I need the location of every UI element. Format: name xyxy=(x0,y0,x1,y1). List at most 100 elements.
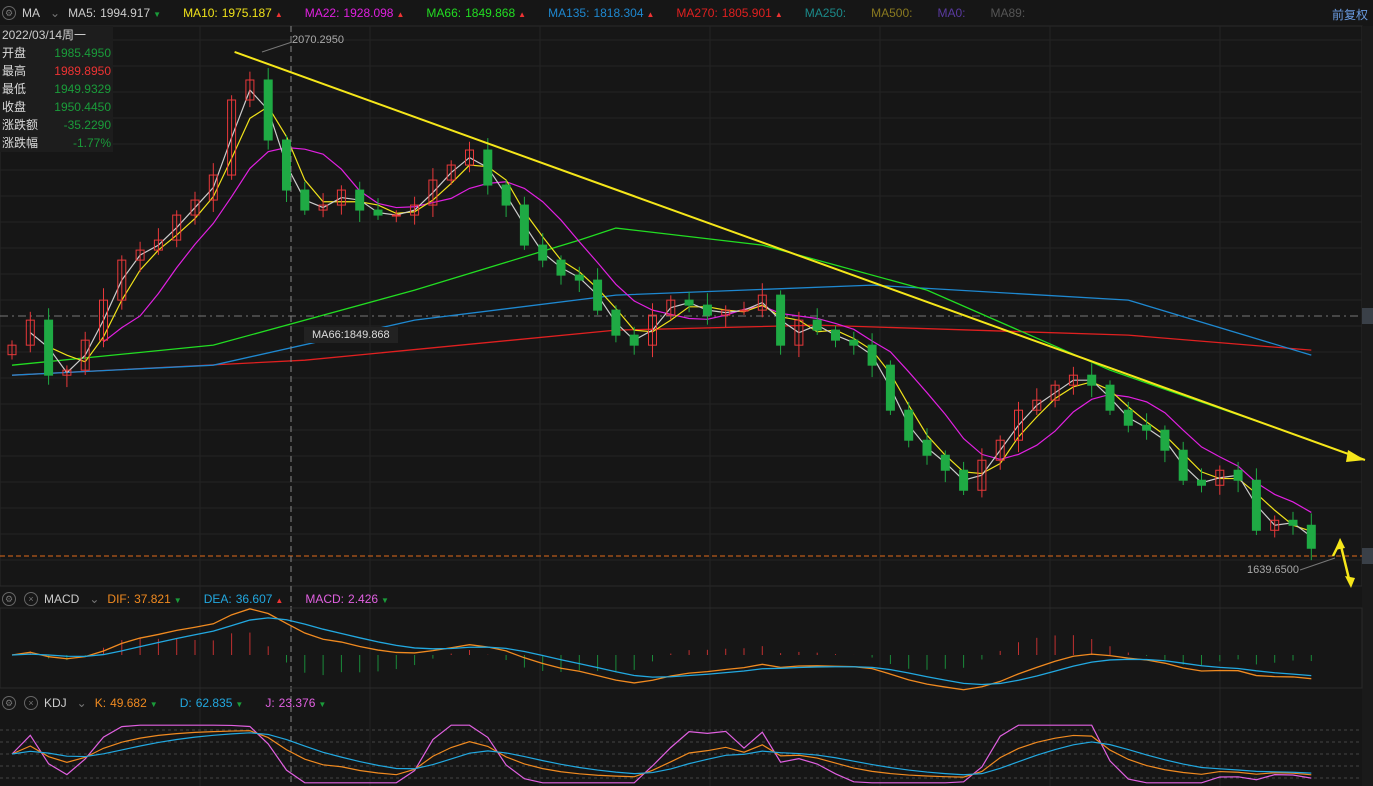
chevron-down-icon[interactable]: ⌄ xyxy=(89,592,99,606)
candle-body xyxy=(813,320,821,330)
close-icon[interactable]: × xyxy=(24,696,38,710)
info-value: -35.2290 xyxy=(64,116,111,134)
ma135-line xyxy=(12,285,1311,375)
candle-body xyxy=(1088,375,1096,385)
high-price-label: 2070.2950 xyxy=(292,34,344,46)
trendline xyxy=(235,52,1365,460)
last-price-marker xyxy=(1362,548,1373,564)
info-value: -1.77% xyxy=(73,134,111,152)
close-icon[interactable]: × xyxy=(24,592,38,606)
legend-value: 49.682 xyxy=(110,696,147,710)
price-marker xyxy=(1362,308,1373,324)
candle-body xyxy=(703,305,711,315)
ma22-line xyxy=(104,148,1312,513)
legend-value: 2.426 xyxy=(348,592,378,606)
down-arrow-icon: ▼ xyxy=(235,700,243,709)
candle-body xyxy=(1289,520,1297,525)
candle-body xyxy=(502,185,510,205)
candle-body xyxy=(484,150,492,185)
candle-body xyxy=(1307,525,1315,548)
stock-chart[interactable] xyxy=(0,0,1373,786)
legend-value: 37.821 xyxy=(134,592,171,606)
low-price-label: 1639.6500 xyxy=(1247,564,1299,576)
high-leader xyxy=(262,42,292,52)
indicator-name[interactable]: MACD xyxy=(44,592,79,606)
down-arrow-icon: ▼ xyxy=(381,596,389,605)
ma270-line xyxy=(12,325,1311,375)
candle-body xyxy=(283,140,291,190)
candle-body xyxy=(45,320,53,375)
candle-body xyxy=(1234,470,1242,480)
info-row: 开盘 1985.4950 xyxy=(0,44,113,62)
info-value: 1949.9329 xyxy=(54,80,111,98)
candle-body xyxy=(1161,430,1169,450)
info-row: 涨跌幅 -1.77% xyxy=(0,134,113,152)
candle-body xyxy=(575,275,583,280)
indicator-name[interactable]: KDJ xyxy=(44,696,67,710)
gear-icon[interactable]: ⚙ xyxy=(2,592,16,606)
legend-label: K: xyxy=(95,696,106,710)
chevron-down-icon[interactable]: ⌄ xyxy=(77,696,87,710)
info-value: 1985.4950 xyxy=(54,44,111,62)
candle-body xyxy=(850,340,858,345)
info-value: 1989.8950 xyxy=(54,62,111,80)
gear-icon[interactable]: ⚙ xyxy=(2,696,16,710)
candle-body xyxy=(923,440,931,455)
candle-body xyxy=(539,245,547,260)
candle-body xyxy=(1106,385,1114,410)
candle-body xyxy=(685,300,693,305)
macd-header: ⚙ × MACD ⌄ DIF:37.821▼DEA:36.607▲MACD:2.… xyxy=(0,586,411,612)
candle-body xyxy=(868,345,876,365)
info-value: 1950.4450 xyxy=(54,98,111,116)
candle-body xyxy=(740,310,748,311)
candle-body xyxy=(1252,480,1260,530)
info-label: 最低 xyxy=(2,80,26,98)
legend-label: DIF: xyxy=(107,592,130,606)
main-panel xyxy=(0,26,1362,586)
info-label: 收盘 xyxy=(2,98,26,116)
candle-body xyxy=(905,410,913,440)
candle-body xyxy=(264,80,272,140)
down-arrow-icon: ▼ xyxy=(174,596,182,605)
dif-line xyxy=(12,609,1311,690)
info-label: 开盘 xyxy=(2,44,26,62)
candle-body xyxy=(520,205,528,245)
info-row: 涨跌额-35.2290 xyxy=(0,116,113,134)
up-arrow-icon: ▲ xyxy=(275,596,283,605)
legend-label: J: xyxy=(265,696,274,710)
candle-body xyxy=(941,455,949,470)
candle-body xyxy=(1143,425,1151,430)
candle-body xyxy=(832,330,840,340)
candle-body xyxy=(594,280,602,310)
candle-body xyxy=(356,190,364,210)
candle-body xyxy=(557,260,565,275)
candle-body xyxy=(630,335,638,345)
info-label: 涨跌幅 xyxy=(2,134,38,152)
info-row: 收盘 1950.4450 xyxy=(0,98,113,116)
info-row: 最高1989.8950 xyxy=(0,62,113,80)
down-arrow-icon: ▼ xyxy=(150,700,158,709)
legend-value: 23.376 xyxy=(279,696,316,710)
candle-body xyxy=(1124,410,1132,425)
legend-value: 36.607 xyxy=(236,592,273,606)
kdj-header: ⚙ × KDJ ⌄ K:49.682▼D:62.835▼J:23.376▼ xyxy=(0,690,348,716)
legend-label: DEA: xyxy=(204,592,232,606)
candle-body xyxy=(392,215,400,216)
candle-body xyxy=(612,310,620,335)
candle-body xyxy=(886,365,894,410)
dea-line xyxy=(12,618,1311,685)
price-axis xyxy=(1362,26,1373,786)
ma66-tooltip: MA66:1849.868 xyxy=(304,327,398,343)
candle-body xyxy=(1179,450,1187,480)
candle-body xyxy=(777,295,785,345)
legend-label: MACD: xyxy=(305,592,344,606)
legend-label: D: xyxy=(180,696,192,710)
candle-body xyxy=(301,190,309,210)
ohlc-info-box: 2022/03/14周一 开盘 1985.4950最高1989.8950最低 194… xyxy=(0,26,113,152)
candle-body xyxy=(374,210,382,215)
info-row: 最低 1949.9329 xyxy=(0,80,113,98)
candle-body xyxy=(960,470,968,490)
legend-value: 62.835 xyxy=(196,696,233,710)
arrow-up-icon xyxy=(1335,538,1345,550)
info-date: 2022/03/14周一 xyxy=(0,26,113,44)
